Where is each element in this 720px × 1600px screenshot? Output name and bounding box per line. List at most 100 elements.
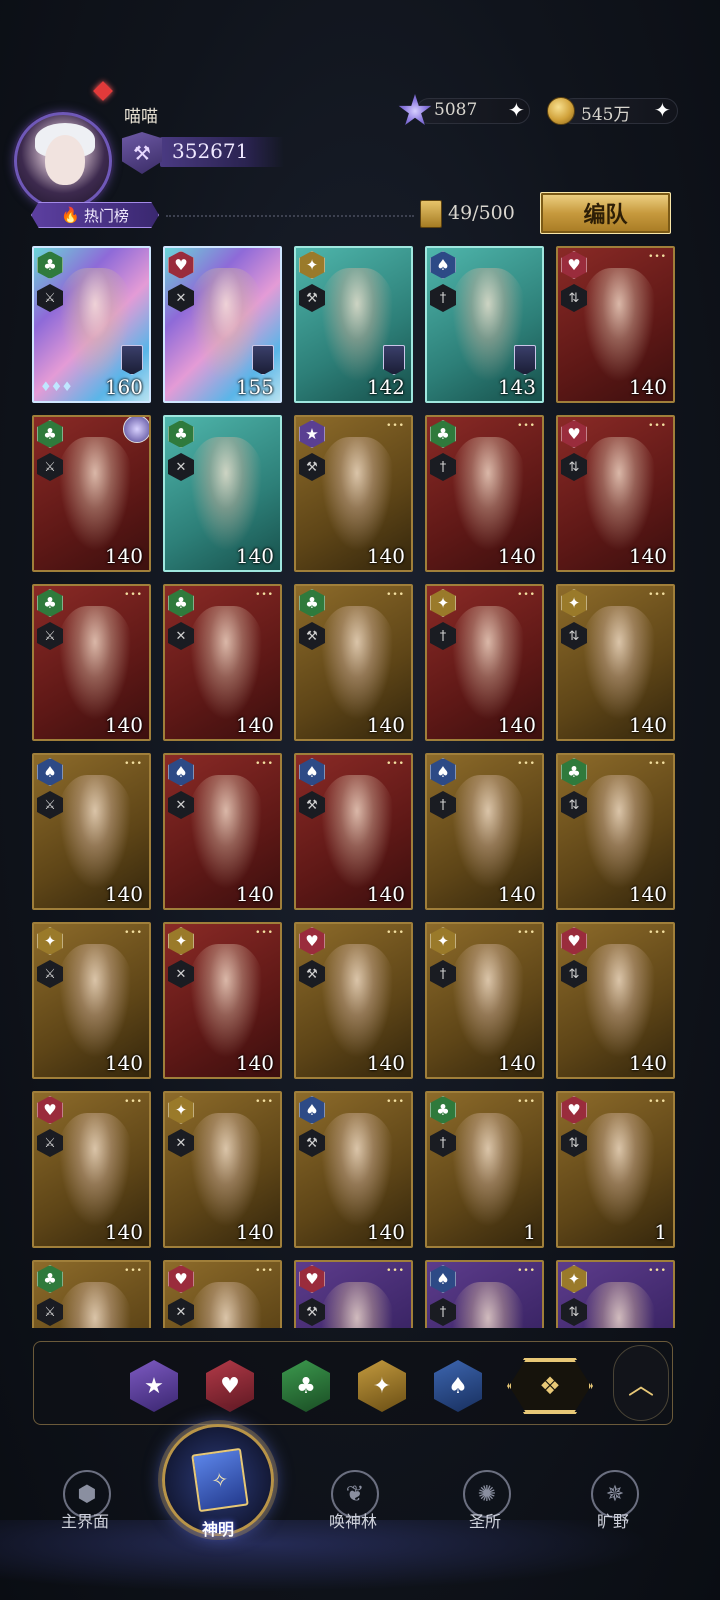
- god-card[interactable]: ♣ † 1 •••: [425, 1091, 544, 1248]
- god-card[interactable]: ♠ ✕ 140 •••: [163, 753, 282, 910]
- god-card[interactable]: ♥ ✕ 155: [163, 246, 282, 403]
- god-card[interactable]: ✦ † 140 •••: [425, 922, 544, 1079]
- tier-dots-icon: •••: [255, 590, 274, 600]
- corner-gem-icon: [123, 417, 149, 443]
- card-portrait: [56, 268, 134, 388]
- tier-dots-icon: •••: [648, 759, 667, 769]
- heart-suit-icon: ♥: [37, 1096, 63, 1124]
- god-card[interactable]: ♣ ⚔ 140 •••: [32, 584, 151, 741]
- star-suit-icon: ★: [299, 420, 325, 448]
- god-card[interactable]: ✦ ✕ 140 •••: [163, 922, 282, 1079]
- player-avatar[interactable]: [14, 112, 112, 210]
- god-card[interactable]: ♠ ⚔ 140 •••: [32, 753, 151, 910]
- card-level: 140: [497, 544, 536, 568]
- team-button[interactable]: 编队: [540, 192, 671, 234]
- diamond-suit-icon: ✦: [299, 251, 325, 279]
- card-level: 140: [628, 882, 667, 906]
- card-portrait: [56, 775, 134, 895]
- gold-amount: 545万: [581, 105, 631, 125]
- hot-list-tab[interactable]: 🔥 热门榜: [31, 202, 159, 228]
- diamond-suit-icon: ✦: [168, 1096, 194, 1124]
- god-card[interactable]: ♥ ✕ •••: [163, 1260, 282, 1328]
- club-suit-icon: ♣: [37, 420, 63, 448]
- nav-main-label: 主界面: [60, 1512, 109, 1531]
- card-level: 140: [628, 544, 667, 568]
- god-card[interactable]: ♣ ✕ 140 •••: [163, 584, 282, 741]
- card-level: 140: [235, 713, 274, 737]
- god-card[interactable]: ♥ ⚒ •••: [294, 1260, 413, 1328]
- gold-coin-icon: [547, 97, 575, 125]
- diamond-suit-icon: ✦: [430, 589, 456, 617]
- tier-dots-icon: •••: [648, 421, 667, 431]
- card-portrait: [318, 1113, 396, 1233]
- god-card[interactable]: ♠ ⚒ 140 •••: [294, 1091, 413, 1248]
- god-card[interactable]: ♥ ⇅ 140 •••: [556, 415, 675, 572]
- diamond-suit-icon: ✦: [168, 927, 194, 955]
- gods-book-icon: ✧: [191, 1447, 249, 1513]
- god-card[interactable]: ♣ † 140 •••: [425, 415, 544, 572]
- diamond-suit-icon: ✦: [561, 589, 587, 617]
- god-card[interactable]: ♣ ✕ 140: [163, 415, 282, 572]
- spade-suit-icon: ♠: [168, 758, 194, 786]
- nav-main[interactable]: ⬢ 主界面: [30, 1470, 140, 1550]
- god-card[interactable]: ♠ † 140 •••: [425, 753, 544, 910]
- god-card[interactable]: ♣ ⚔ 160 ♦♦♦: [32, 246, 151, 403]
- god-card[interactable]: ♠ † •••: [425, 1260, 544, 1328]
- spade-suit-icon: ♠: [430, 251, 456, 279]
- tier-dots-icon: •••: [648, 590, 667, 600]
- diamond-suit-icon: ✦: [37, 927, 63, 955]
- god-card[interactable]: ✦ ⚔ 140 •••: [32, 922, 151, 1079]
- god-card[interactable]: ♠ † 143: [425, 246, 544, 403]
- card-portrait: [449, 775, 527, 895]
- card-level: 140: [497, 882, 536, 906]
- card-level: 140: [366, 882, 405, 906]
- god-card[interactable]: ♣ ⚔ 140: [32, 415, 151, 572]
- card-level: 160: [104, 375, 143, 399]
- nav-summon[interactable]: ❦ 唤神林: [298, 1470, 408, 1550]
- god-card[interactable]: ♣ ⚔ •••: [32, 1260, 151, 1328]
- collapse-chevron-icon[interactable]: ︿: [613, 1345, 669, 1421]
- nav-wilds[interactable]: ✵ 旷野: [558, 1470, 668, 1550]
- tier-dots-icon: •••: [517, 759, 536, 769]
- god-card[interactable]: ♥ ⇅ 140 •••: [556, 922, 675, 1079]
- god-card[interactable]: ✦ ✕ 140 •••: [163, 1091, 282, 1248]
- god-card[interactable]: ✦ † 140 •••: [425, 584, 544, 741]
- nav-sanctuary[interactable]: ✺ 圣所: [430, 1470, 540, 1550]
- tier-dots-icon: •••: [648, 252, 667, 262]
- card-portrait: [580, 606, 658, 726]
- card-grid[interactable]: ♣ ⚔ 160 ♦♦♦ ♥ ✕ 155 ✦ ⚒ 142 ♠ † 143 ♥ ⇅ 140 ••• ♣ ⚔ 140 ♣ ✕ 14…: [0, 242, 720, 1328]
- god-card[interactable]: ✦ ⇅ 140 •••: [556, 584, 675, 741]
- card-level: 140: [104, 882, 143, 906]
- god-card[interactable]: ✦ ⇅ •••: [556, 1260, 675, 1328]
- god-card[interactable]: ♥ ⚔ 140 •••: [32, 1091, 151, 1248]
- god-card[interactable]: ✦ ⚒ 142: [294, 246, 413, 403]
- tier-dots-icon: •••: [386, 759, 405, 769]
- all-filter-icon[interactable]: ❖: [509, 1360, 591, 1412]
- card-portrait: [318, 944, 396, 1064]
- tier-dots-icon: •••: [517, 1266, 536, 1276]
- gem-amount: 5087: [434, 100, 478, 120]
- red-gem-icon: [93, 81, 113, 101]
- card-portrait: [580, 437, 658, 557]
- spade-suit-icon: ♠: [299, 758, 325, 786]
- god-card[interactable]: ♠ ⚒ 140 •••: [294, 753, 413, 910]
- god-card[interactable]: ★ ⚒ 140 •••: [294, 415, 413, 572]
- heart-suit-icon: ♥: [168, 1265, 194, 1293]
- god-card[interactable]: ♣ ⇅ 140 •••: [556, 753, 675, 910]
- add-gold-icon[interactable]: ✦: [654, 98, 671, 122]
- god-card[interactable]: ♥ ⇅ 1 •••: [556, 1091, 675, 1248]
- divider: [166, 215, 414, 217]
- club-suit-icon: ♣: [430, 1096, 456, 1124]
- god-card[interactable]: ♣ ⚒ 140 •••: [294, 584, 413, 741]
- card-portrait: [580, 775, 658, 895]
- club-suit-icon: ♣: [37, 251, 63, 279]
- card-level: 143: [497, 375, 536, 399]
- tier-dots-icon: •••: [124, 1097, 143, 1107]
- card-portrait: [580, 1282, 658, 1328]
- god-card[interactable]: ♥ ⇅ 140 •••: [556, 246, 675, 403]
- god-card[interactable]: ♥ ⚒ 140 •••: [294, 922, 413, 1079]
- tier-dots-icon: •••: [517, 590, 536, 600]
- club-suit-icon: ♣: [37, 1265, 63, 1293]
- tier-dots-icon: •••: [386, 1266, 405, 1276]
- add-gem-icon[interactable]: ✦: [508, 98, 525, 122]
